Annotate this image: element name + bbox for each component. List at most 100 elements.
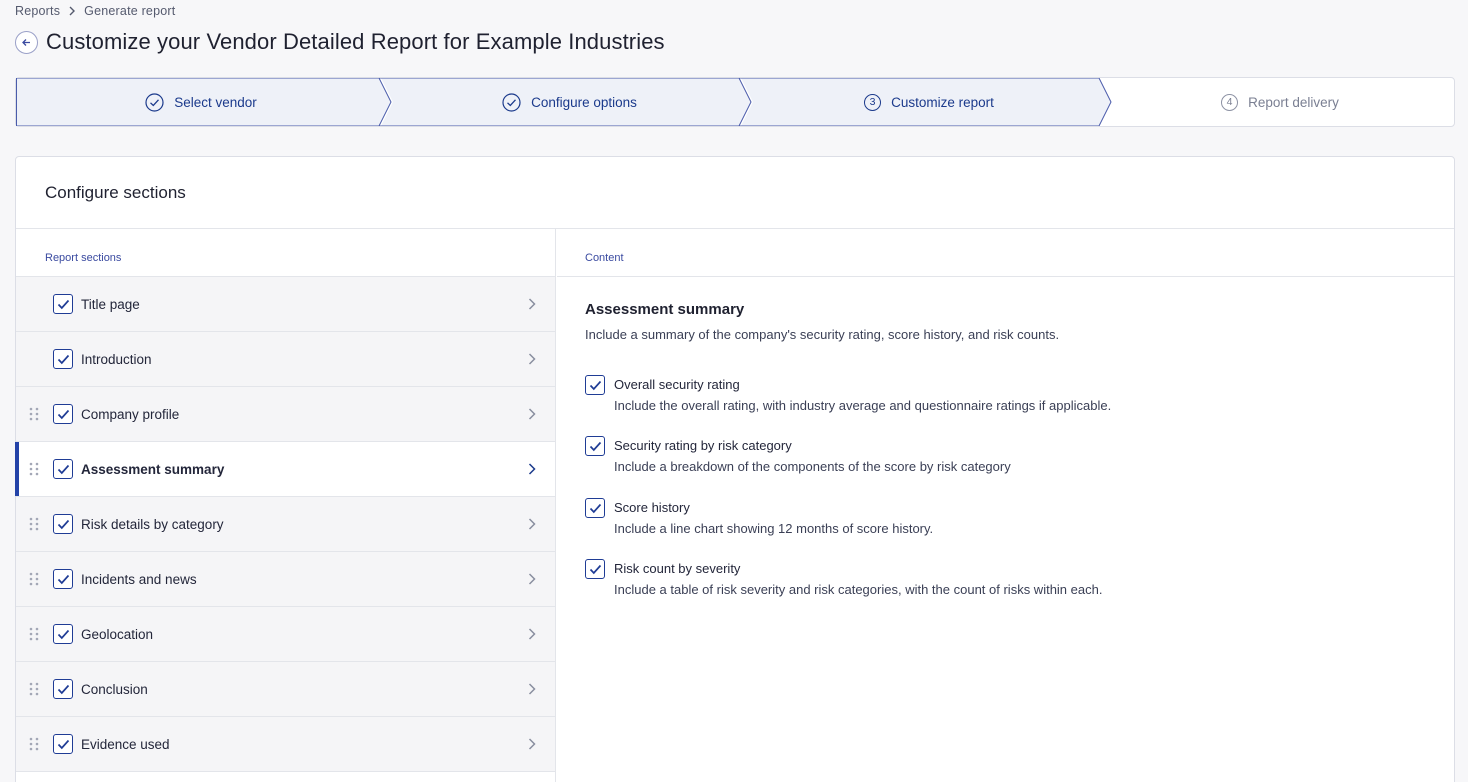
page-title: Customize your Vendor Detailed Report fo… xyxy=(46,29,665,54)
chevron-right-icon xyxy=(68,6,76,16)
option-label: Score history xyxy=(614,500,690,515)
option-description: Include a breakdown of the components of… xyxy=(614,459,1011,474)
option-checkbox[interactable] xyxy=(585,559,605,579)
report-sections-header: Report sections xyxy=(16,229,555,277)
option-risk-count-by-severity: Risk count by severity Include a table o… xyxy=(585,559,1285,601)
checkmark-icon xyxy=(589,564,601,574)
drag-handle-icon[interactable] xyxy=(28,407,40,421)
option-label: Risk count by severity xyxy=(614,561,741,576)
chevron-right-icon xyxy=(527,516,537,537)
section-item-evidence-used[interactable]: Evidence used xyxy=(16,717,555,772)
section-item-introduction[interactable]: Introduction xyxy=(16,332,555,387)
option-label: Overall security rating xyxy=(614,377,740,392)
drag-handle-icon[interactable] xyxy=(28,517,40,531)
chevron-right-icon xyxy=(527,626,537,647)
section-item-title-page[interactable]: Title page xyxy=(16,277,555,332)
section-checkbox[interactable] xyxy=(53,349,73,369)
checkmark-icon xyxy=(57,464,69,474)
section-list: Title page Introduction Company profile Ass… xyxy=(15,277,555,772)
section-label: Evidence used xyxy=(81,737,170,752)
step-select-vendor[interactable]: Select vendor xyxy=(16,78,386,126)
section-label: Assessment summary xyxy=(81,462,225,477)
section-label: Risk details by category xyxy=(81,517,224,532)
option-checkbox[interactable] xyxy=(585,375,605,395)
section-label: Title page xyxy=(81,297,140,312)
section-item-risk-details-by-category[interactable]: Risk details by category xyxy=(16,497,555,552)
option-score-history: Score history Include a line chart showi… xyxy=(585,498,1285,540)
section-checkbox[interactable] xyxy=(53,679,73,699)
checkmark-icon xyxy=(57,354,69,364)
checkmark-icon xyxy=(57,574,69,584)
option-security-rating-by-risk-category: Security rating by risk category Include… xyxy=(585,436,1285,478)
section-checkbox[interactable] xyxy=(53,459,73,479)
checkmark-icon xyxy=(589,441,601,451)
section-item-geolocation[interactable]: Geolocation xyxy=(16,607,555,662)
option-checkbox[interactable] xyxy=(585,498,605,518)
option-checkbox[interactable] xyxy=(585,436,605,456)
breadcrumb-current: Generate report xyxy=(84,4,176,18)
chevron-right-icon xyxy=(527,461,537,482)
section-checkbox[interactable] xyxy=(53,734,73,754)
section-item-company-profile[interactable]: Company profile xyxy=(16,387,555,442)
step-customize-report[interactable]: 3 Customize report xyxy=(746,78,1112,126)
section-label: Geolocation xyxy=(81,627,154,642)
check-circle-icon xyxy=(502,92,521,112)
step-label: Configure options xyxy=(531,94,637,110)
checkmark-icon xyxy=(57,299,69,309)
section-checkbox[interactable] xyxy=(53,624,73,644)
arrow-left-icon xyxy=(22,38,30,46)
step-report-delivery[interactable]: 4 Report delivery xyxy=(1106,78,1454,126)
checkmark-icon xyxy=(57,684,69,694)
checkmark-icon xyxy=(57,519,69,529)
section-label: Introduction xyxy=(81,352,152,367)
checkmark-icon xyxy=(589,380,601,390)
breadcrumb: Reports Generate report xyxy=(15,3,175,19)
checkmark-icon xyxy=(57,629,69,639)
checkmark-icon xyxy=(57,409,69,419)
chevron-right-icon xyxy=(527,736,537,757)
section-item-conclusion[interactable]: Conclusion xyxy=(16,662,555,717)
option-description: Include the overall rating, with industr… xyxy=(614,398,1112,413)
drag-handle-icon[interactable] xyxy=(28,462,40,476)
step-label: Customize report xyxy=(891,94,994,110)
option-label: Security rating by risk category xyxy=(614,438,792,453)
check-circle-icon xyxy=(145,92,164,112)
checkmark-icon xyxy=(589,503,601,513)
chevron-right-icon xyxy=(527,681,537,702)
card-title: Configure sections xyxy=(16,157,1454,229)
step-number: 3 xyxy=(864,93,882,111)
report-sections-panel: Report sections Title page Introduction Co… xyxy=(15,229,556,782)
content-panel: Content Assessment summary Include a sum… xyxy=(557,229,1454,782)
section-item-assessment-summary[interactable]: Assessment summary xyxy=(15,442,555,497)
step-label: Report delivery xyxy=(1248,94,1339,110)
chevron-right-icon xyxy=(527,571,537,592)
checkmark-icon xyxy=(57,739,69,749)
configure-sections-card: Configure sections Report sections Title… xyxy=(15,156,1455,782)
section-checkbox[interactable] xyxy=(53,404,73,424)
section-label: Company profile xyxy=(81,407,180,422)
content-header: Content xyxy=(557,229,1454,277)
chevron-right-icon xyxy=(527,351,537,372)
step-number: 4 xyxy=(1221,93,1239,111)
option-description: Include a table of risk severity and ris… xyxy=(614,582,1103,597)
section-checkbox[interactable] xyxy=(53,514,73,534)
section-checkbox[interactable] xyxy=(53,569,73,589)
section-item-incidents-and-news[interactable]: Incidents and news xyxy=(16,552,555,607)
content-description: Include a summary of the company's secur… xyxy=(585,327,1060,342)
step-label: Select vendor xyxy=(174,94,257,110)
option-overall-security-rating: Overall security rating Include the over… xyxy=(585,375,1285,417)
content-title: Assessment summary xyxy=(585,301,745,318)
chevron-right-icon xyxy=(527,296,537,317)
back-button[interactable] xyxy=(15,30,38,54)
section-label: Conclusion xyxy=(81,682,148,697)
drag-handle-icon[interactable] xyxy=(28,627,40,641)
breadcrumb-reports-link[interactable]: Reports xyxy=(15,4,60,18)
chevron-right-icon xyxy=(527,406,537,427)
drag-handle-icon[interactable] xyxy=(28,572,40,586)
progress-stepper: Select vendor Configure options 3 Custom… xyxy=(15,77,1455,127)
step-configure-options[interactable]: Configure options xyxy=(386,78,753,126)
drag-handle-icon[interactable] xyxy=(28,737,40,751)
section-label: Incidents and news xyxy=(81,572,197,587)
drag-handle-icon[interactable] xyxy=(28,682,40,696)
section-checkbox[interactable] xyxy=(53,294,73,314)
